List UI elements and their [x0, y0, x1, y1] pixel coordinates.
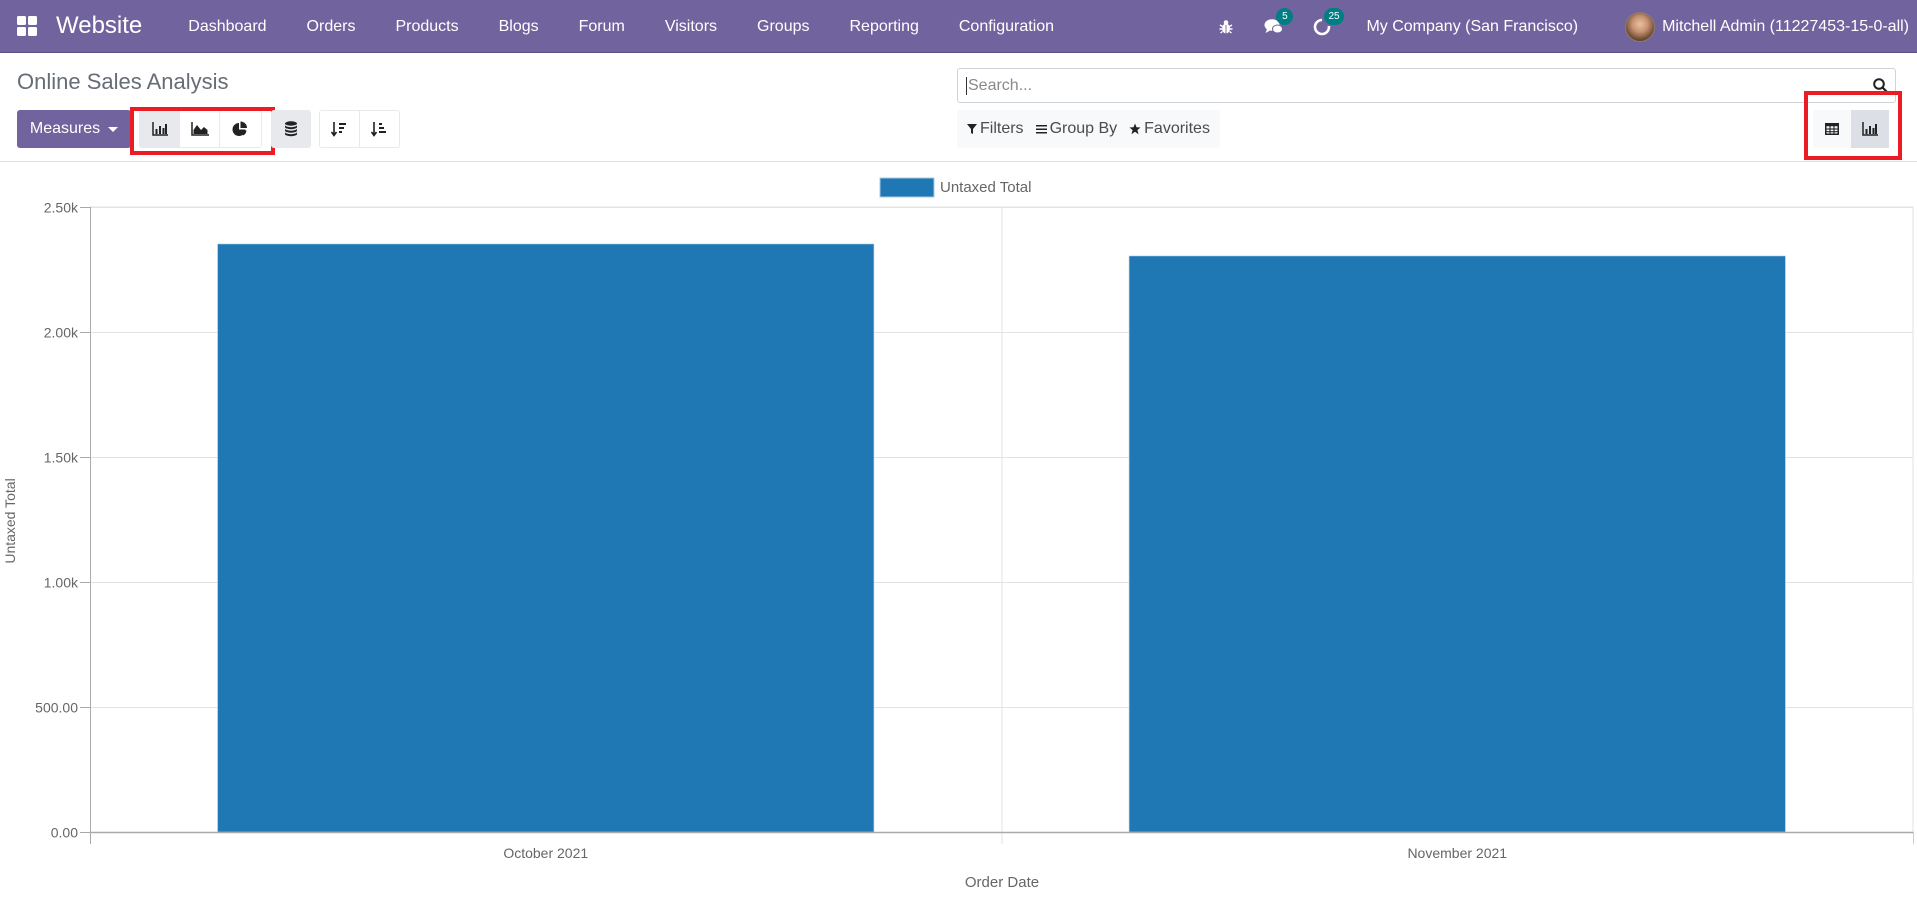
sort-descending-button[interactable]: [320, 111, 360, 147]
menu-products[interactable]: Products: [375, 0, 478, 53]
activities-clock-icon[interactable]: 25: [1312, 7, 1344, 37]
groupby-dropdown[interactable]: Group By: [1030, 120, 1124, 138]
menu-dashboard[interactable]: Dashboard: [168, 0, 286, 53]
x-axis-label: Order Date: [965, 874, 1039, 891]
highlight-chart-types: [130, 107, 275, 155]
stacked-group: [271, 110, 311, 148]
y-axis-label: Untaxed Total: [2, 478, 18, 563]
debug-bug-icon[interactable]: [1216, 17, 1236, 37]
page-title: Online Sales Analysis: [17, 69, 229, 94]
legend[interactable]: Untaxed Total: [879, 177, 1031, 198]
filter-funnel-icon: [967, 124, 977, 134]
y-tick-label: 1.00k: [44, 575, 79, 591]
company-switcher[interactable]: My Company (San Francisco): [1366, 18, 1578, 36]
bar-november-2021: [1128, 255, 1786, 833]
app-brand[interactable]: Website: [56, 12, 142, 40]
menu-forum[interactable]: Forum: [559, 0, 645, 53]
measures-dropdown-button[interactable]: Measures: [17, 110, 131, 148]
star-icon: [1129, 123, 1141, 135]
control-panel: Online Sales Analysis Measures Search...…: [0, 54, 1917, 162]
menu-reporting[interactable]: Reporting: [830, 0, 939, 53]
groupby-label: Group By: [1049, 120, 1118, 137]
sort-ascending-button[interactable]: [360, 111, 400, 147]
y-tick-label: 2.00k: [44, 325, 79, 341]
database-stack-icon: [285, 121, 297, 137]
messages-icon[interactable]: 5: [1264, 7, 1294, 37]
favorites-label: Favorites: [1144, 120, 1210, 137]
search-box: [957, 68, 1896, 103]
measures-label: Measures: [29, 120, 101, 137]
x-tick-label: November 2021: [1407, 845, 1507, 861]
user-name: Mitchell Admin (11227453-15-0-all): [1662, 17, 1909, 35]
highlight-view-switcher: [1804, 91, 1902, 160]
menu-configuration[interactable]: Configuration: [939, 0, 1074, 53]
filters-dropdown[interactable]: Filters: [961, 120, 1030, 138]
user-avatar: [1625, 11, 1656, 42]
legend-label[interactable]: Untaxed Total: [940, 179, 1031, 196]
filters-label: Filters: [980, 120, 1024, 137]
search-input[interactable]: [966, 76, 1865, 95]
apps-menu-icon[interactable]: [17, 16, 37, 36]
search-options-bar: Filters Group By Favorites: [957, 110, 1220, 148]
menu-orders[interactable]: Orders: [287, 0, 376, 53]
legend-swatch-untaxed-total[interactable]: [879, 177, 935, 198]
sort-ascending-icon: [371, 121, 387, 137]
bars-icon: [1035, 124, 1047, 134]
bar-chart: 0.00 500.00 1.00k 1.50k 2.00k 2.50k October 20…: [2, 177, 1914, 891]
sort-descending-icon: [331, 121, 347, 137]
y-tick-label: 1.50k: [44, 450, 79, 466]
messages-badge: 5: [1276, 7, 1294, 25]
top-navbar: Website Dashboard Orders Products Blogs …: [0, 0, 1917, 53]
caret-down-icon: [108, 126, 119, 132]
menu-visitors[interactable]: Visitors: [645, 0, 737, 53]
y-tick-label: 0.00: [51, 825, 78, 841]
bar-october-2021: [217, 243, 875, 833]
favorites-dropdown[interactable]: Favorites: [1123, 120, 1216, 138]
y-tick-label: 500.00: [35, 700, 78, 716]
graph-view: 0.00 500.00 1.00k 1.50k 2.00k 2.50k October 20…: [0, 163, 1917, 893]
menu-blogs[interactable]: Blogs: [479, 0, 559, 53]
y-tick-label: 2.50k: [44, 200, 79, 216]
x-tick-label: October 2021: [503, 845, 588, 861]
sort-group: [319, 110, 400, 148]
activities-badge: 25: [1324, 7, 1344, 25]
user-menu[interactable]: Mitchell Admin (11227453-15-0-all): [1625, 11, 1909, 42]
menu-groups[interactable]: Groups: [737, 0, 829, 53]
stacked-toggle-button[interactable]: [272, 111, 310, 147]
